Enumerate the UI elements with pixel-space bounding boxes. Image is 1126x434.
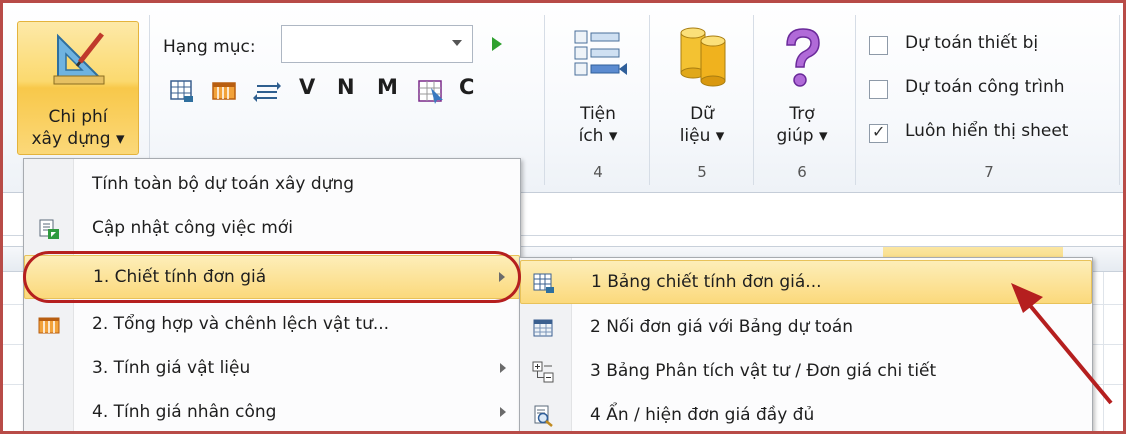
submenu-item-phan-tich-vat-tu[interactable]: 3 Bảng Phân tích vật tư / Đơn giá chi ti…	[520, 350, 1092, 394]
checkmark-icon: ✓	[872, 122, 886, 141]
zoom-doc-icon	[534, 405, 553, 427]
tro-giup-label-line1: Trợ	[789, 104, 815, 124]
m-button[interactable]: M	[377, 75, 398, 99]
check-label: Dự toán công trình	[905, 77, 1065, 97]
submenu-arrow-icon	[500, 407, 506, 417]
submenu-item-label: 2 Nối đơn giá với Bảng dự toán	[590, 317, 854, 337]
n-button[interactable]: N	[337, 75, 355, 99]
checkbox[interactable]	[869, 36, 888, 55]
menu-item-label: 1. Chiết tính đơn giá	[93, 267, 267, 287]
submenu-item-noi-don-gia[interactable]: 2 Nối đơn giá với Bảng dự toán	[520, 306, 1092, 350]
tien-ich-label-line2: ích ▾	[578, 126, 618, 146]
c-button[interactable]: C	[459, 75, 474, 99]
update-doc-icon	[39, 219, 59, 239]
tro-giup-label-line2: giúp ▾	[776, 126, 828, 146]
submenu-item-an-hien-don-gia[interactable]: 4 Ẩn / hiện đơn giá đầy đủ	[520, 394, 1092, 431]
table-orange-icon	[38, 317, 60, 334]
menu-item-tinh-gia-vat-lieu[interactable]: 3. Tính giá vật liệu	[24, 347, 520, 391]
du-lieu-button[interactable]: Dữ liệu ▾	[657, 23, 747, 163]
hang-muc-label: Hạng mục:	[163, 37, 256, 57]
table-orange-icon[interactable]	[211, 77, 237, 105]
menu-item-tinh-toan-bo[interactable]: Tính toàn bộ dự toán xây dựng	[24, 163, 520, 207]
du-lieu-label-line1: Dữ	[690, 104, 714, 124]
chiet-tinh-submenu: 1 Bảng chiết tính đơn giá... 2 Nối đơn g…	[519, 257, 1093, 431]
tro-giup-button[interactable]: Trợ giúp ▾	[757, 23, 847, 163]
submenu-arrow-icon	[499, 272, 505, 282]
menu-item-label: 3. Tính giá vật liệu	[92, 358, 251, 378]
grid-table-icon	[533, 273, 554, 293]
submenu-arrow-icon	[500, 363, 506, 373]
menu-item-chiet-tinh-don-gia[interactable]: 1. Chiết tính đơn giá	[24, 255, 520, 299]
screenshot-frame: Chi phí xây dựng ▾ Hạng mục: V N M C Tiệ…	[0, 0, 1126, 434]
play-icon[interactable]	[492, 37, 502, 51]
group-number-4: 4	[593, 163, 603, 181]
chi-phi-label-line2: xây dựng ▾	[31, 129, 125, 149]
menu-item-label: 2. Tổng hợp và chênh lệch vật tư...	[92, 314, 390, 334]
submenu-item-label: 1 Bảng chiết tính đơn giá...	[591, 272, 822, 292]
hang-muc-combobox[interactable]	[281, 25, 473, 63]
tien-ich-button[interactable]: Tiện ích ▾	[553, 23, 643, 163]
swap-arrows-icon[interactable]	[253, 77, 281, 105]
chevron-down-icon	[452, 40, 462, 46]
ribbon-separator	[753, 15, 754, 185]
group-number-5: 5	[697, 163, 707, 181]
menu-item-label: Cập nhật công việc mới	[92, 218, 293, 238]
submenu-item-label: 4 Ẩn / hiện đơn giá đầy đủ	[590, 405, 815, 425]
select-grid-icon[interactable]	[417, 77, 447, 105]
calendar-grid-icon	[533, 319, 553, 337]
ribbon-separator	[855, 15, 856, 185]
list-tools-icon	[574, 30, 627, 76]
menu-item-tong-hop-vat-tu[interactable]: 2. Tổng hợp và chênh lệch vật tư...	[24, 303, 520, 347]
group-number-6: 6	[797, 163, 807, 181]
submenu-item-label: 3 Bảng Phân tích vật tư / Đơn giá chi ti…	[590, 361, 937, 381]
ribbon-separator	[544, 15, 545, 185]
menu-item-label: Tính toàn bộ dự toán xây dựng	[92, 174, 355, 194]
check-label: Dự toán thiết bị	[905, 33, 1039, 53]
chi-phi-label-line1: Chi phí	[48, 107, 108, 127]
ruler-pencil-icon	[53, 32, 105, 85]
grid-line	[1103, 272, 1104, 431]
checkbox-checked[interactable]: ✓	[869, 122, 888, 143]
du-lieu-label-line2: liệu ▾	[679, 126, 725, 146]
group-number-7: 7	[984, 163, 994, 181]
ribbon-separator	[1119, 15, 1120, 185]
chi-phi-dropdown-menu: Tính toàn bộ dự toán xây dựng Cập nhật c…	[23, 158, 521, 431]
v-button[interactable]: V	[299, 75, 315, 99]
database-icon	[680, 27, 726, 87]
help-question-icon	[786, 28, 820, 87]
ribbon-separator	[649, 15, 650, 185]
submenu-item-bang-chiet-tinh[interactable]: 1 Bảng chiết tính đơn giá...	[520, 260, 1092, 304]
tien-ich-label-line1: Tiện	[580, 104, 616, 124]
grid-table-icon[interactable]	[169, 77, 195, 105]
chi-phi-xay-dung-button[interactable]: Chi phí xây dựng ▾	[17, 21, 139, 155]
menu-item-tinh-gia-nhan-cong[interactable]: 4. Tính giá nhân công	[24, 391, 520, 431]
check-label: Luôn hiển thị sheet	[905, 121, 1069, 141]
menu-item-label: 4. Tính giá nhân công	[92, 402, 277, 422]
checkbox[interactable]	[869, 80, 888, 99]
expand-collapse-icon	[532, 361, 554, 383]
menu-item-cap-nhat[interactable]: Cập nhật công việc mới	[24, 207, 520, 251]
